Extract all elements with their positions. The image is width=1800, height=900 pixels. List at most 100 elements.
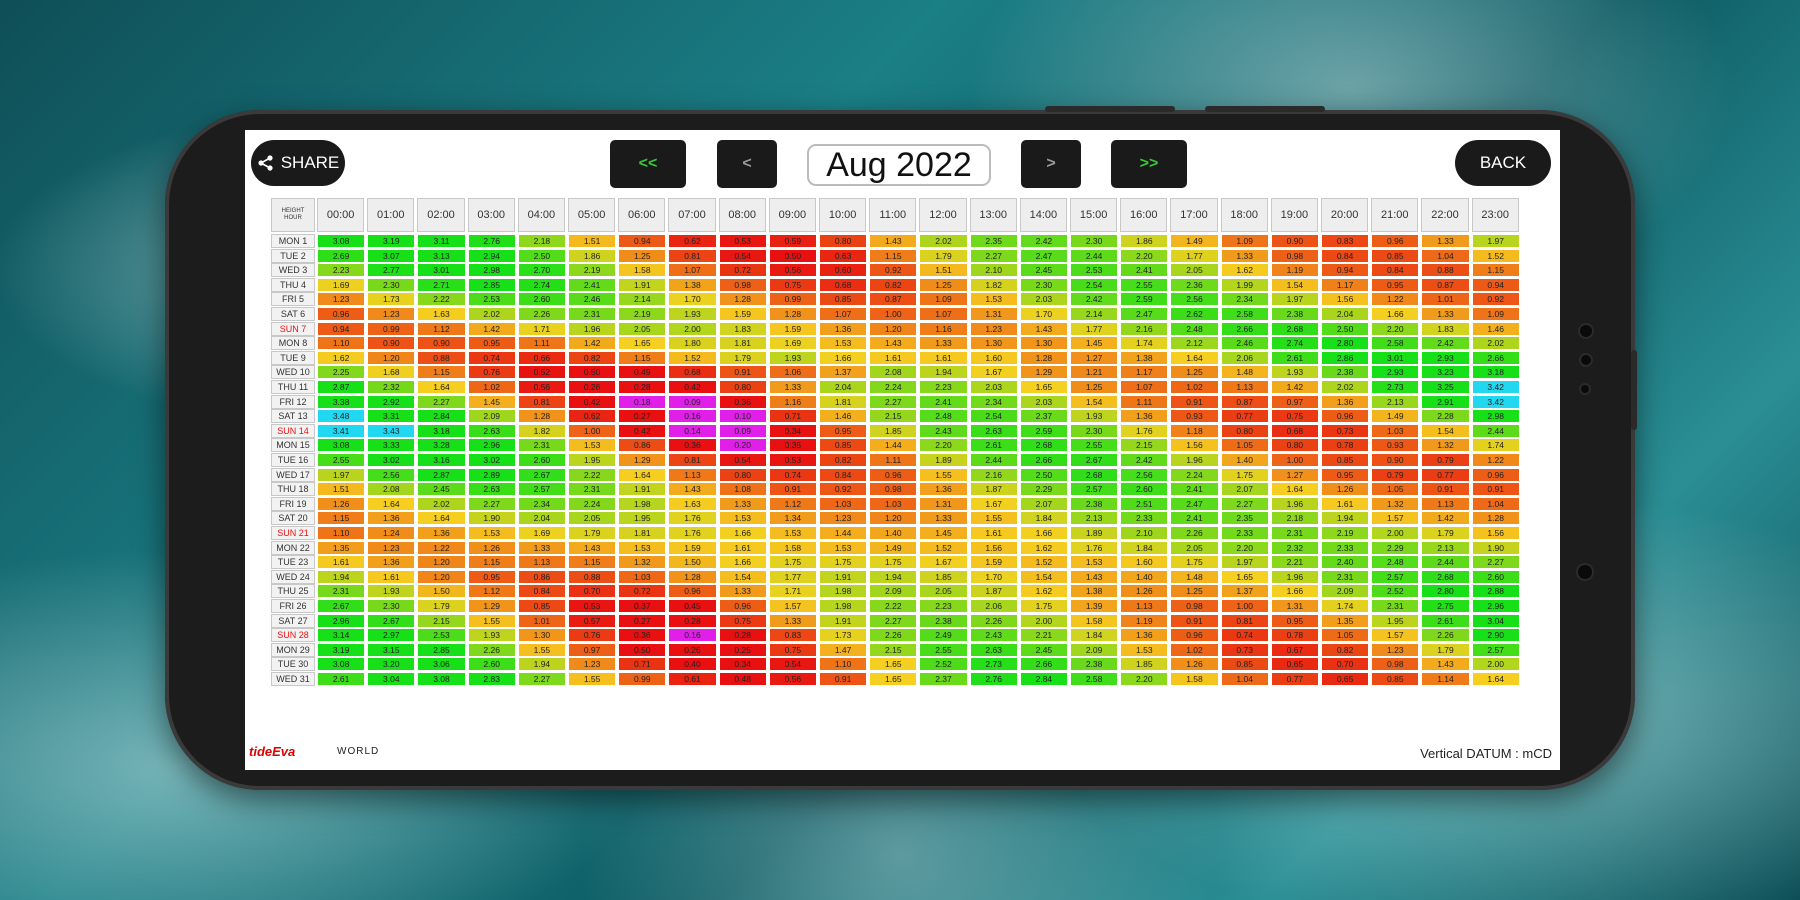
- tide-height-cell: 2.45: [1019, 642, 1068, 657]
- tide-height-cell: 1.00: [568, 423, 617, 438]
- tide-height-cell: 1.90: [467, 511, 516, 526]
- tide-height-cell: 1.02: [467, 380, 516, 394]
- tide-height-cell: 0.28: [668, 613, 717, 628]
- tide-height-cell: 0.94: [317, 321, 366, 336]
- tide-height-cell: 1.09: [1471, 307, 1520, 321]
- tide-height-cell: 2.24: [1170, 467, 1219, 482]
- tide-height-cell: 2.87: [417, 467, 466, 482]
- tide-height-cell: 0.20: [718, 438, 767, 453]
- prev-year-button[interactable]: <<: [610, 140, 686, 188]
- tide-height-cell: 1.11: [517, 336, 566, 351]
- tide-height-cell: 2.33: [1120, 511, 1169, 526]
- tide-height-cell: 0.50: [568, 365, 617, 380]
- tide-height-cell: 0.80: [718, 380, 767, 394]
- tide-height-cell: 1.64: [1471, 672, 1520, 686]
- tide-height-cell: 0.92: [819, 482, 868, 497]
- tide-height-cell: 0.95: [1321, 467, 1370, 482]
- tide-height-cell: 0.95: [1270, 613, 1319, 628]
- tide-height-cell: 0.40: [668, 657, 717, 672]
- tide-height-cell: 3.02: [467, 453, 516, 467]
- tide-height-cell: 2.16: [969, 467, 1018, 482]
- hour-header: 01:00: [367, 198, 415, 232]
- tide-height-cell: 0.84: [819, 467, 868, 482]
- tide-height-cell: 1.77: [768, 569, 817, 584]
- tide-height-cell: 2.35: [969, 234, 1018, 248]
- tide-height-cell: 1.20: [367, 350, 416, 365]
- tide-height-cell: 1.03: [869, 496, 918, 511]
- tide-height-cell: 2.80: [1421, 584, 1470, 599]
- day-label: WED 31: [271, 672, 315, 686]
- tide-height-cell: 0.96: [1471, 467, 1520, 482]
- tide-height-cell: 1.81: [819, 394, 868, 409]
- tide-height-cell: 0.95: [467, 336, 516, 351]
- tide-height-cell: 0.80: [1220, 423, 1269, 438]
- day-label: WED 17: [271, 467, 315, 482]
- tide-height-cell: 0.90: [1270, 234, 1319, 248]
- tide-height-cell: 1.53: [1120, 642, 1169, 657]
- table-corner-label: HEIGHT HOUR: [271, 198, 315, 232]
- tide-height-cell: 1.45: [919, 526, 968, 540]
- tide-height-cell: 2.94: [467, 248, 516, 263]
- tide-height-cell: 1.08: [718, 482, 767, 497]
- tide-height-cell: 1.85: [1120, 657, 1169, 672]
- next-month-button[interactable]: >: [1021, 140, 1081, 188]
- tide-height-cell: 2.93: [1371, 365, 1420, 380]
- tide-height-cell: 1.04: [1220, 672, 1269, 686]
- tide-height-cell: 2.23: [919, 380, 968, 394]
- tide-height-cell: 0.84: [517, 584, 566, 599]
- tide-height-cell: 0.87: [1421, 277, 1470, 292]
- tide-height-cell: 2.56: [367, 467, 416, 482]
- tide-height-cell: 2.27: [517, 672, 566, 686]
- tide-height-cell: 0.82: [1321, 642, 1370, 657]
- tide-height-cell: 2.70: [517, 263, 566, 278]
- tide-height-cell: 1.90: [1471, 540, 1520, 555]
- tide-height-cell: 2.25: [317, 365, 366, 380]
- hour-header: 21:00: [1371, 198, 1419, 232]
- tide-height-cell: 1.10: [317, 526, 366, 540]
- tide-height-cell: 2.34: [517, 496, 566, 511]
- tide-height-cell: 2.34: [1220, 292, 1269, 307]
- tide-height-cell: 1.66: [1019, 526, 1068, 540]
- tide-height-cell: 1.33: [919, 336, 968, 351]
- tide-height-cell: 1.61: [317, 555, 366, 570]
- day-label: SAT 27: [271, 613, 315, 628]
- tide-height-cell: 1.75: [768, 555, 817, 570]
- tide-height-cell: 0.28: [718, 628, 767, 643]
- tide-height-cell: 0.96: [668, 584, 717, 599]
- tide-height-cell: 1.22: [1371, 292, 1420, 307]
- tide-height-cell: 1.19: [1270, 263, 1319, 278]
- tide-height-cell: 2.06: [969, 599, 1018, 613]
- tide-height-cell: 0.77: [1270, 672, 1319, 686]
- tide-height-cell: 2.30: [1070, 423, 1119, 438]
- tide-height-cell: 1.79: [417, 599, 466, 613]
- tide-height-cell: 0.79: [1421, 453, 1470, 467]
- tide-height-cell: 1.32: [618, 555, 667, 570]
- tide-height-cell: 0.36: [668, 438, 717, 453]
- tide-height-cell: 1.58: [1070, 613, 1119, 628]
- tide-height-cell: 1.59: [718, 307, 767, 321]
- tide-height-cell: 0.27: [618, 409, 667, 424]
- back-button[interactable]: BACK: [1455, 140, 1551, 186]
- tide-height-cell: 0.45: [668, 599, 717, 613]
- tide-height-cell: 2.13: [1070, 511, 1119, 526]
- tide-height-cell: 0.82: [869, 277, 918, 292]
- tide-height-cell: 3.06: [417, 657, 466, 672]
- tide-height-cell: 1.32: [1421, 438, 1470, 453]
- tide-height-cell: 3.04: [367, 672, 416, 686]
- tide-height-cell: 1.95: [618, 511, 667, 526]
- next-year-button[interactable]: >>: [1111, 140, 1187, 188]
- tide-height-cell: 2.00: [1371, 526, 1420, 540]
- tide-height-cell: 1.53: [718, 511, 767, 526]
- day-label: MON 29: [271, 642, 315, 657]
- tide-height-cell: 0.28: [618, 380, 667, 394]
- tide-height-cell: 1.71: [517, 321, 566, 336]
- tide-height-cell: 1.43: [568, 540, 617, 555]
- corner-line1: HEIGHT: [281, 208, 305, 214]
- tide-height-cell: 1.43: [1421, 657, 1470, 672]
- tide-height-cell: 1.75: [819, 555, 868, 570]
- tide-height-cell: 1.26: [317, 496, 366, 511]
- prev-month-button[interactable]: <: [717, 140, 777, 188]
- tide-height-cell: 0.68: [1270, 423, 1319, 438]
- tide-height-cell: 1.36: [367, 555, 416, 570]
- share-button[interactable]: SHARE: [251, 140, 345, 186]
